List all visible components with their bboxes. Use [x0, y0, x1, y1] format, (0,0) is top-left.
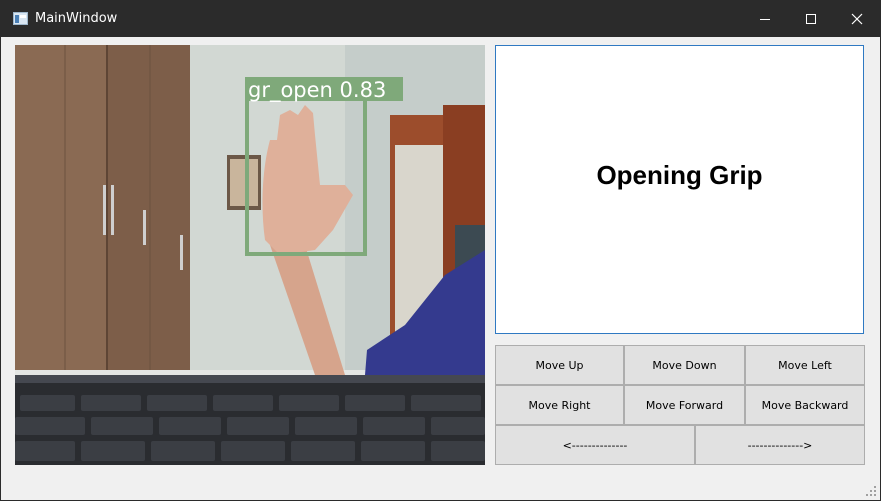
move-up-button[interactable]: Move Up — [495, 345, 624, 385]
status-text: Opening Grip — [596, 160, 763, 190]
maximize-button[interactable] — [788, 1, 834, 37]
app-icon — [13, 12, 28, 25]
move-right-button[interactable]: Move Right — [495, 385, 624, 425]
camera-image: gr_open 0.83 — [15, 45, 485, 465]
minimize-icon — [760, 19, 770, 20]
maximize-icon — [806, 14, 816, 24]
status-panel: Opening Grip — [495, 45, 864, 334]
camera-feed: gr_open 0.83 — [15, 45, 485, 465]
move-down-button[interactable]: Move Down — [624, 345, 745, 385]
next-arrow-button[interactable]: --------------> — [695, 425, 865, 465]
minimize-button[interactable] — [742, 1, 788, 37]
move-left-button[interactable]: Move Left — [745, 345, 865, 385]
resize-grip-icon[interactable] — [866, 486, 876, 496]
detection-label: gr_open 0.83 — [248, 78, 386, 103]
close-button[interactable] — [834, 1, 880, 37]
previous-arrow-button[interactable]: <-------------- — [495, 425, 695, 465]
move-backward-button[interactable]: Move Backward — [745, 385, 865, 425]
title-bar[interactable]: MainWindow — [1, 1, 880, 37]
close-icon — [851, 13, 863, 25]
main-window: MainWindow gr_open 0.83 Opening Grip Mov… — [0, 0, 881, 501]
move-forward-button[interactable]: Move Forward — [624, 385, 745, 425]
window-title: MainWindow — [35, 11, 118, 26]
